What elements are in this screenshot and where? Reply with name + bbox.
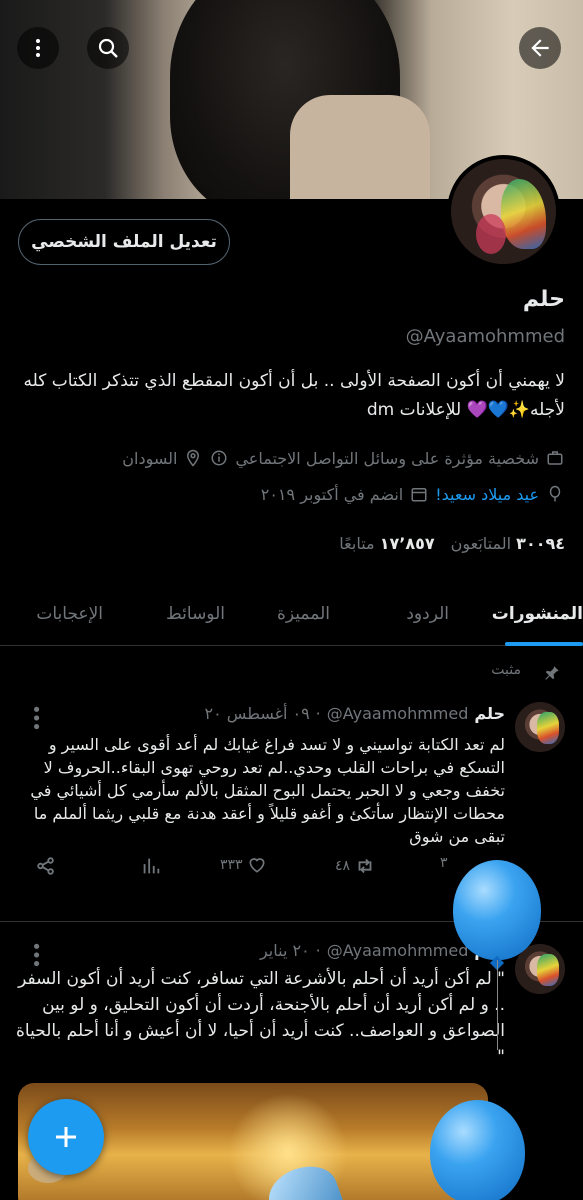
tweet-avatar[interactable]: [515, 702, 565, 752]
profile-avatar[interactable]: [447, 155, 560, 268]
more-button[interactable]: [17, 27, 59, 69]
bio-line-2: لأجله✨💙💜 للإعلانات dm: [366, 400, 565, 420]
retweet-icon: [358, 858, 372, 874]
tweet-actions: ٣٣٣ ٤٨ ٣: [30, 855, 510, 881]
birthday-link[interactable]: عيد ميلاد سعيد!: [435, 485, 539, 504]
profile-location: السودان: [122, 448, 178, 468]
profile-stats: ٣٠٠٩٤ المتابَعون ١٧٬٨٥٧ متابعًا: [339, 534, 565, 553]
banner-arm: [290, 95, 430, 199]
more-vertical-icon: [36, 39, 40, 57]
info-icon[interactable]: [209, 448, 229, 468]
profile-tabs: المنشورات الردود المميزة الوسائط الإعجاب…: [0, 590, 583, 646]
profile-joined: انضم في أكتوبر ٢٠١٩: [260, 484, 404, 504]
tweet-author[interactable]: حلم: [474, 704, 505, 723]
like-count: ٣٣٣: [220, 857, 243, 873]
profile-category: شخصية مؤثرة على وسائل التواصل الاجتماعي: [235, 448, 539, 468]
heart-icon: [249, 858, 265, 873]
profile-name: حلم: [522, 287, 565, 312]
plus-icon: [56, 1127, 76, 1147]
tweet-text: لم تعد الكتابة تواسيني و لا تسد فراغ غيا…: [30, 735, 505, 846]
tab-likes[interactable]: الإعجابات: [36, 604, 103, 624]
reply-button[interactable]: ٣: [440, 855, 448, 871]
analytics-icon: [143, 858, 160, 874]
search-button[interactable]: [87, 27, 129, 69]
balloon-decoration: [430, 1100, 525, 1200]
share-icon: [37, 857, 54, 875]
tweet-handle: @Ayaamohmmed: [326, 704, 469, 723]
profile-handle: @Ayaamohmmed: [405, 326, 565, 347]
balloon-decoration: [453, 860, 541, 1050]
tab-replies[interactable]: الردود: [406, 604, 449, 624]
like-button[interactable]: ٣٣٣: [220, 855, 267, 875]
profile-bio: لا يهمني أن أكون الصفحة الأولى .. بل أن …: [17, 367, 565, 425]
following-stat[interactable]: ١٧٬٨٥٧ متابعًا: [339, 534, 434, 553]
tab-media[interactable]: الوسائط: [166, 604, 225, 624]
tweet-date: ٢٠ يناير: [259, 941, 310, 960]
arrow-left-icon: [531, 39, 549, 57]
tweet-header: حلم @Ayaamohmmed · ٠٩ أغسطس ٢٠: [204, 704, 505, 723]
pin-icon: [543, 664, 561, 686]
retweet-button[interactable]: ٤٨: [335, 855, 376, 877]
tweet-handle: @Ayaamohmmed: [326, 941, 469, 960]
reply-count: ٣: [440, 855, 448, 871]
tab-highlights[interactable]: المميزة: [277, 604, 330, 624]
bio-line-1: لا يهمني أن أكون الصفحة الأولى .. بل أن …: [23, 371, 565, 391]
back-button[interactable]: [519, 27, 561, 69]
retweet-count: ٤٨: [335, 858, 351, 874]
views-button[interactable]: [140, 855, 162, 877]
tab-posts[interactable]: المنشورات: [492, 604, 583, 624]
share-button[interactable]: [35, 855, 57, 877]
edit-profile-button[interactable]: تعديل الملف الشخصي: [18, 219, 230, 265]
tweet-menu-icon[interactable]: •••: [25, 704, 46, 730]
briefcase-icon: [545, 448, 565, 468]
profile-meta-row: شخصية مؤثرة على وسائل التواصل الاجتماعي …: [122, 448, 565, 468]
tweet-text: " لم أكن أريد أن أحلم بالأشرعة التي تساف…: [16, 969, 505, 1067]
compose-button[interactable]: [28, 1099, 104, 1175]
tweet-menu-icon[interactable]: •••: [25, 941, 46, 967]
pinned-label: مثبت: [491, 662, 521, 678]
search-icon: [98, 38, 118, 58]
active-tab-indicator: [505, 642, 583, 646]
location-icon: [183, 448, 203, 468]
followers-stat[interactable]: ٣٠٠٩٤ المتابَعون: [451, 534, 565, 553]
calendar-icon: [409, 484, 429, 504]
tweet-date: ٠٩ أغسطس ٢٠: [204, 704, 310, 723]
profile-meta-row-2: عيد ميلاد سعيد! انضم في أكتوبر ٢٠١٩: [261, 484, 565, 504]
balloon-icon: [545, 484, 565, 504]
